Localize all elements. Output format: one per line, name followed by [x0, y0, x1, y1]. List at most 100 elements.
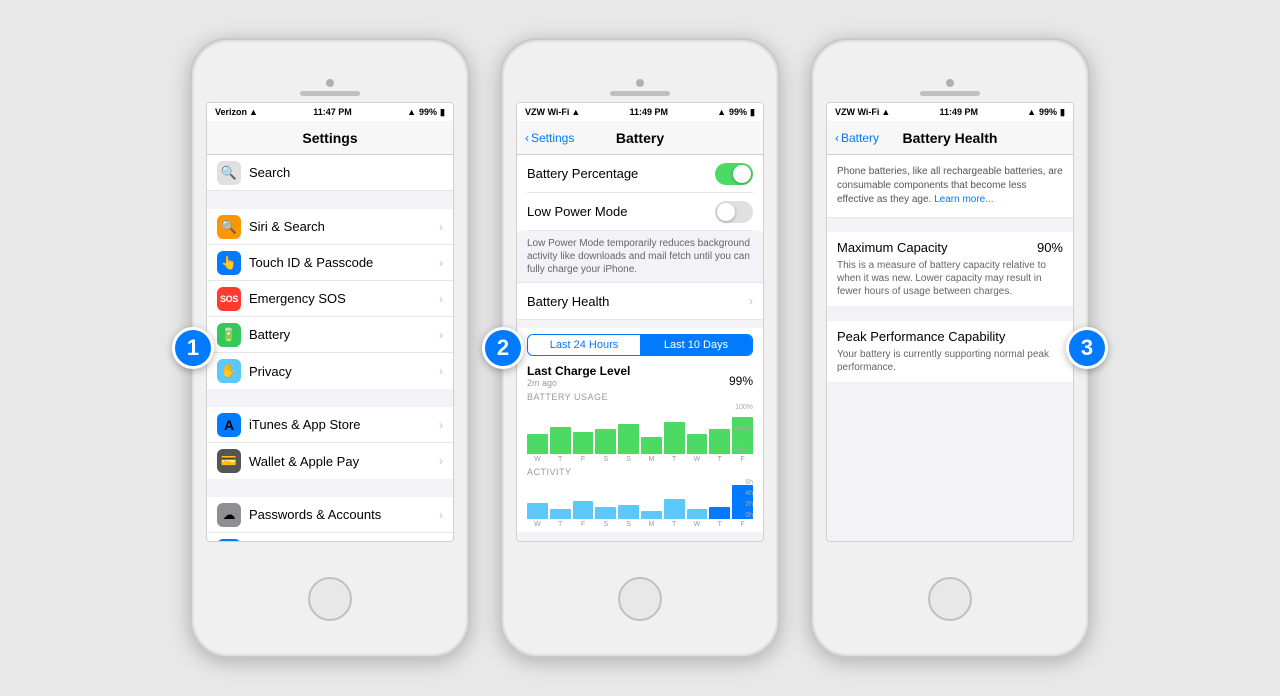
nav-bar-3: ‹ Battery Battery Health [827, 121, 1073, 155]
sos-row[interactable]: SOS Emergency SOS › [207, 281, 453, 317]
bar [618, 424, 639, 454]
phone-shell-3: VZW Wi-Fi ▲ 11:49 PM ▲ 99% ▮ ‹ Battery B… [810, 38, 1090, 658]
health-intro: Phone batteries, like all rechargeable b… [827, 155, 1073, 218]
battery-toggles: Battery Percentage Low Power Mode [517, 155, 763, 231]
battery-percentage-row[interactable]: Battery Percentage [527, 155, 753, 193]
phone-shell-1: Verizon ▲ 11:47 PM ▲ 99% ▮ Settings 🔍 [190, 38, 470, 658]
back-button-2[interactable]: ‹ Settings [525, 131, 574, 145]
passwords-label: Passwords & Accounts [249, 507, 431, 522]
status-bar-2: VZW Wi-Fi ▲ 11:49 PM ▲ 99% ▮ [517, 103, 763, 121]
privacy-label: Privacy [249, 364, 431, 379]
screen-2: VZW Wi-Fi ▲ 11:49 PM ▲ 99% ▮ ‹ Settings … [516, 102, 764, 542]
privacy-row[interactable]: ✋ Privacy › [207, 353, 453, 389]
wallet-row[interactable]: 💳 Wallet & Apple Pay › [207, 443, 453, 479]
search-row[interactable]: 🔍 Search [207, 155, 453, 191]
siri-search-row[interactable]: 🔍 Siri & Search › [207, 209, 453, 245]
section-2: A iTunes & App Store › 💳 Wallet & Apple … [207, 407, 453, 479]
time-2: 11:49 PM [629, 107, 668, 117]
low-power-row[interactable]: Low Power Mode [527, 193, 753, 231]
section-3: ☁ Passwords & Accounts › ✉ Mail › 👤 Cont… [207, 497, 453, 542]
phone-3: VZW Wi-Fi ▲ 11:49 PM ▲ 99% ▮ ‹ Battery B… [810, 38, 1090, 658]
home-button-2[interactable] [618, 577, 662, 621]
chevron-icon-6: › [439, 418, 443, 432]
appstore-row[interactable]: A iTunes & App Store › [207, 407, 453, 443]
status-right-3: ▲ 99% ▮ [1027, 107, 1065, 118]
time-1: 11:47 PM [313, 107, 352, 117]
home-button-3[interactable] [928, 577, 972, 621]
battery-health-row[interactable]: Battery Health › [517, 282, 763, 320]
front-camera-1 [326, 79, 334, 87]
appstore-icon: A [217, 413, 241, 437]
battery-label: Battery [249, 327, 431, 342]
battery-content: Battery Percentage Low Power Mode Low Po… [517, 155, 763, 542]
home-button-1[interactable] [308, 577, 352, 621]
location-icon-1: ▲ [407, 107, 416, 117]
back-button-3[interactable]: ‹ Battery [835, 131, 879, 145]
sos-icon: SOS [217, 287, 241, 311]
search-icon: 🔍 [217, 161, 241, 185]
chevron-icon-5: › [439, 364, 443, 378]
phone-2: VZW Wi-Fi ▲ 11:49 PM ▲ 99% ▮ ‹ Settings … [500, 38, 780, 658]
max-cap-desc: This is a measure of battery capacity re… [837, 259, 1063, 298]
location-icon-2: ▲ [717, 107, 726, 117]
privacy-icon: ✋ [217, 359, 241, 383]
bar [595, 429, 616, 454]
wifi-icon-3: ▲ [881, 107, 890, 117]
back-label-2: Settings [531, 131, 574, 145]
phone-top-3 [812, 40, 1088, 102]
health-chevron: › [749, 294, 753, 308]
passwords-icon: ☁ [217, 503, 241, 527]
passwords-row[interactable]: ☁ Passwords & Accounts › [207, 497, 453, 533]
activity-label: ACTIVITY [527, 467, 753, 477]
battery-icon-1: ▮ [440, 107, 445, 118]
battery-row[interactable]: 🔋 Battery › [207, 317, 453, 353]
back-chevron-2: ‹ [525, 131, 529, 145]
max-cap-title-line: Maximum Capacity 90% [837, 240, 1063, 255]
toggle-knob-1 [733, 165, 751, 183]
phone-top-2 [502, 40, 778, 102]
status-bar-3: VZW Wi-Fi ▲ 11:49 PM ▲ 99% ▮ [827, 103, 1073, 121]
act-bar [550, 509, 571, 519]
section-1: 🔍 Siri & Search › 👆 Touch ID & Passcode … [207, 209, 453, 389]
search-label: Search [249, 165, 443, 180]
usage-chart [527, 404, 753, 454]
phone-bottom-3 [928, 542, 972, 656]
tab-10d[interactable]: Last 10 Days [640, 335, 752, 355]
status-left-2: VZW Wi-Fi ▲ [525, 107, 580, 117]
bar [709, 429, 730, 454]
battery-icon-2: ▮ [750, 107, 755, 118]
chart-container: Last 24 Hours Last 10 Days Last Charge L… [517, 328, 763, 532]
charge-level-sub: 2m ago [527, 378, 630, 388]
phone-bottom-2 [618, 542, 662, 656]
nav-title-1: Settings [302, 130, 357, 146]
charge-level-title: Last Charge Level [527, 364, 630, 378]
act-bar [687, 509, 708, 519]
battery-icon: 🔋 [217, 323, 241, 347]
tab-24h[interactable]: Last 24 Hours [528, 335, 640, 355]
peak-perf-title: Peak Performance Capability [837, 329, 1005, 344]
nav-title-3: Battery Health [903, 130, 998, 146]
learn-more-link[interactable]: Learn more... [934, 194, 993, 205]
sos-badge: SOS [217, 292, 241, 306]
charge-level-row: Last Charge Level 2m ago 99% [527, 364, 753, 388]
back-label-3: Battery [841, 131, 879, 145]
x-labels-activity: WTFSSMTWTF [527, 521, 753, 528]
peak-perf-row: Peak Performance Capability Your battery… [827, 321, 1073, 383]
badge-3: 3 [1066, 327, 1108, 369]
status-right-2: ▲ 99% ▮ [717, 107, 755, 118]
bar [687, 434, 708, 454]
percentage-toggle[interactable] [715, 163, 753, 185]
low-power-toggle[interactable] [715, 201, 753, 223]
percentage-label: Battery Percentage [527, 166, 638, 181]
mail-row[interactable]: ✉ Mail › [207, 533, 453, 542]
settings-list-1: 🔍 Search 🔍 Siri & Search › 👆 Touch ID & … [207, 155, 453, 542]
touchid-label: Touch ID & Passcode [249, 255, 431, 270]
max-cap-title: Maximum Capacity [837, 240, 948, 255]
touchid-row[interactable]: 👆 Touch ID & Passcode › [207, 245, 453, 281]
act-bar [527, 503, 548, 519]
speaker-1 [300, 91, 360, 96]
act-bar [618, 505, 639, 519]
chevron-icon-3: › [439, 292, 443, 306]
wifi-icon-1: ▲ [249, 107, 258, 117]
chevron-icon-4: › [439, 328, 443, 342]
